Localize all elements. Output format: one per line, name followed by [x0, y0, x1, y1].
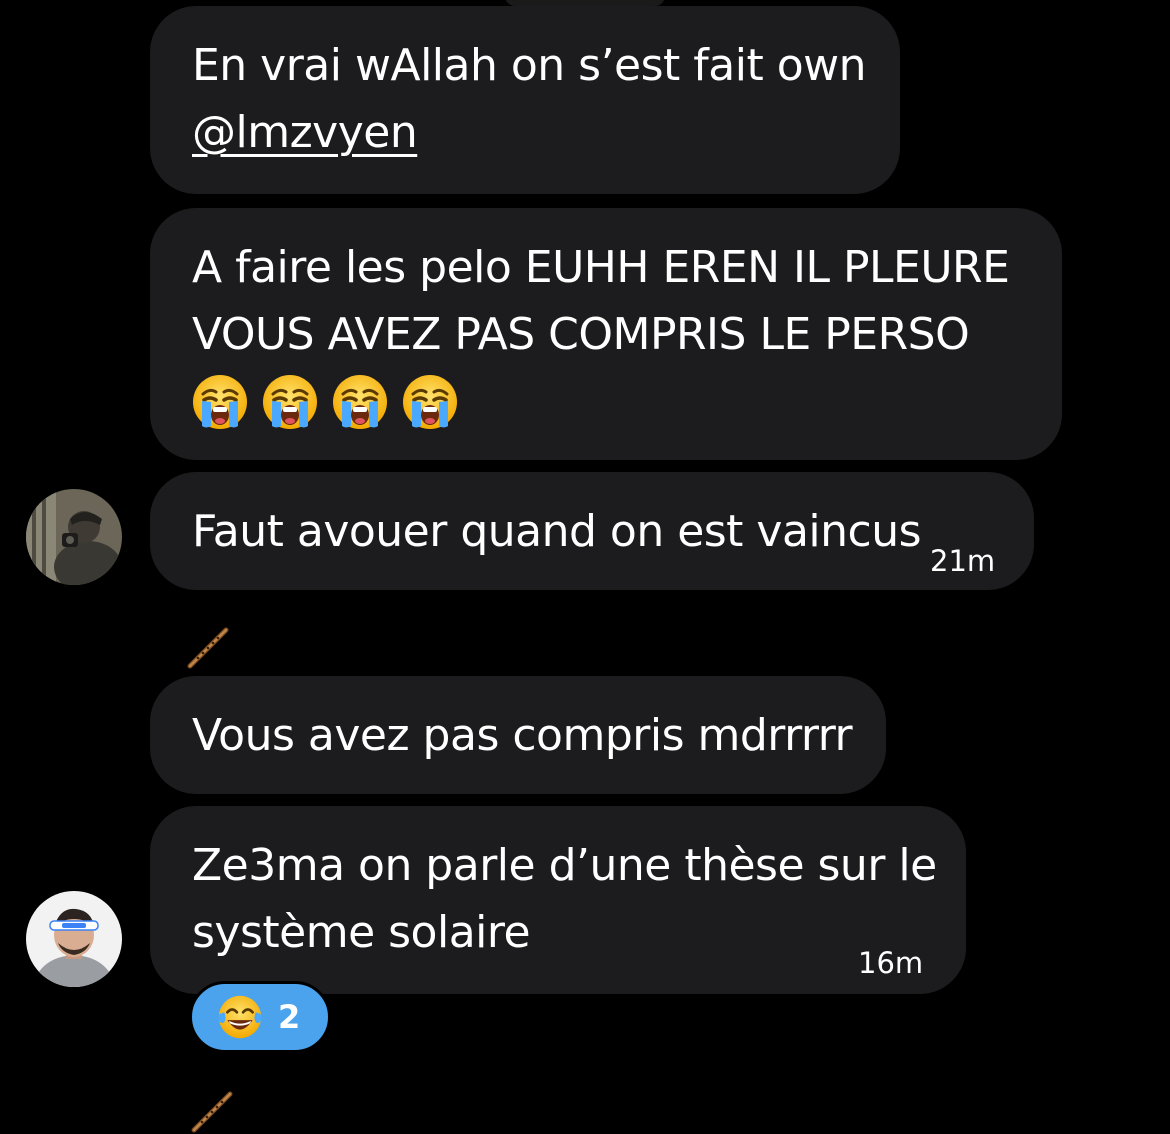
message-text-line: système solaire	[192, 907, 531, 958]
face-with-tears-of-joy-icon	[218, 995, 262, 1039]
message-text-line: VOUS AVEZ PAS COMPRIS LE PERSO	[192, 309, 970, 360]
avatar[interactable]	[26, 489, 122, 585]
message-bubble-2[interactable]: A faire les pelo EUHH EREN IL PLEURE VOU…	[150, 208, 1062, 460]
user-mention-link[interactable]: @lmzvyen	[192, 99, 858, 166]
loudly-crying-face-icon	[262, 374, 318, 430]
emoji-row	[192, 374, 1020, 430]
loudly-crying-face-icon	[332, 374, 388, 430]
message-timestamp: 16m	[858, 946, 924, 980]
loudly-crying-face-icon	[192, 374, 248, 430]
flute-icon	[190, 1090, 234, 1134]
message-text-line: Vous avez pas compris mdrrrrr	[192, 710, 853, 761]
loudly-crying-face-icon	[402, 374, 458, 430]
avatar[interactable]	[26, 891, 122, 987]
message-text-line: Faut avouer quand on est vaincus	[192, 506, 922, 557]
message-bubble-3[interactable]: Faut avouer quand on est vaincus 21m	[150, 472, 1034, 590]
reaction-count: 2	[278, 998, 301, 1036]
message-bubble-1[interactable]: En vrai wAllah on s’est fait own @lmzvye…	[150, 6, 900, 194]
message-bubble-4[interactable]: Vous avez pas compris mdrrrrr	[150, 676, 886, 794]
message-bubble-5[interactable]: Ze3ma on parle d’une thèse sur le systèm…	[150, 806, 966, 994]
user-photo-avatar-icon	[26, 891, 122, 987]
message-text-line: En vrai wAllah on s’est fait own	[192, 40, 867, 91]
user-photo-avatar-icon	[26, 489, 122, 585]
flute-icon	[186, 626, 230, 670]
message-text-line: Ze3ma on parle d’une thèse sur le	[192, 840, 937, 891]
reaction-badge[interactable]: 2	[189, 981, 331, 1053]
message-timestamp: 21m	[930, 544, 996, 578]
message-text-line: A faire les pelo EUHH EREN IL PLEURE	[192, 242, 1010, 293]
